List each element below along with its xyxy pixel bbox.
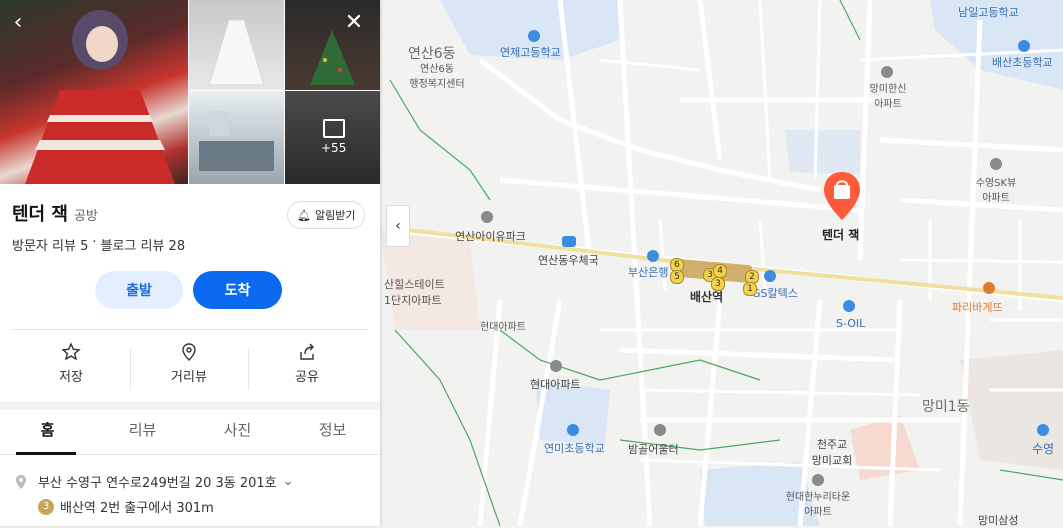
- address-text: 부산 수영구 연수로249번길 20 3동 201호: [38, 476, 277, 491]
- apartment-label: 현대한누리타운 아파트: [785, 492, 851, 518]
- place-title-row: 텐더 잭 공방: [12, 200, 98, 226]
- gas-station-label: GS칼텍스: [752, 287, 798, 300]
- bakery-icon: [983, 282, 995, 294]
- bell-icon: 🔔︎: [297, 208, 311, 222]
- school-icon: [567, 424, 579, 436]
- school-icon: [528, 30, 540, 42]
- school-label: 배산초등학교: [992, 56, 1053, 69]
- tab-info[interactable]: 정보: [285, 419, 380, 440]
- close-button[interactable]: ✕: [340, 8, 368, 36]
- poi-marker[interactable]: [822, 170, 862, 222]
- location-pin-icon: [182, 343, 196, 361]
- apartment-label: 산힐스테이트 1단지아파트: [384, 278, 445, 307]
- subway-text: 배산역 2번 출구에서 301m: [60, 501, 214, 516]
- school-label: 남일고등학교: [958, 6, 1019, 19]
- image-icon: [323, 119, 345, 138]
- depart-button[interactable]: 출발: [95, 271, 183, 309]
- subway-exit-marker: 5: [670, 270, 684, 284]
- school-label: 연제고등학교: [500, 46, 561, 59]
- gas-icon: [764, 270, 776, 282]
- map-pin-icon: [824, 172, 860, 220]
- close-icon: ✕: [344, 9, 364, 35]
- community-center-label: 연산6동 행정복지센터: [409, 64, 465, 90]
- church-label: 천주교 망미교회: [811, 438, 853, 467]
- street-view-label: 거리뷰: [171, 370, 207, 385]
- place-panel: +55 ‹ ✕ 텐더 잭 공방 🔔︎ 알림받기 방문자 리뷰 5 · 블로그 리…: [0, 0, 380, 526]
- apartment-label: 수영SK뷰 아파트: [975, 178, 1017, 204]
- park-label: 연산아이유파크: [455, 230, 526, 243]
- save-label: 저장: [59, 370, 83, 385]
- tab-review[interactable]: 리뷰: [95, 419, 190, 440]
- bakery-label: 파리바게뜨: [952, 301, 1003, 314]
- place-category: 공방: [73, 209, 98, 224]
- photo-more-count: +55: [321, 141, 347, 155]
- notify-button[interactable]: 🔔︎ 알림받기: [287, 201, 366, 229]
- divider: [12, 329, 368, 330]
- street-view-button[interactable]: 거리뷰: [130, 342, 248, 392]
- active-tab-indicator: [16, 452, 76, 455]
- back-button[interactable]: ‹: [4, 8, 32, 36]
- photo-more-tile[interactable]: +55: [285, 91, 380, 184]
- review-separator: ·: [92, 235, 97, 250]
- subway-icon: [1037, 424, 1049, 436]
- poi-label: 텐더 잭: [822, 228, 860, 242]
- chevron-down-icon: ⌄: [282, 474, 294, 489]
- subway-info: 3 배산역 2번 출구에서 301m: [38, 497, 214, 516]
- location-pin-icon: [14, 474, 28, 494]
- school-label: 연미초등학교: [544, 442, 605, 455]
- post-office-label: 연산동우체국: [538, 254, 599, 267]
- photo-thumbnail[interactable]: [189, 0, 284, 90]
- apartment-icon: [881, 66, 893, 78]
- place-label: 밤골어울터: [628, 443, 679, 456]
- photo-thumbnail[interactable]: [189, 91, 284, 184]
- apartment-icon: [550, 360, 562, 372]
- visitor-review-link[interactable]: 방문자 리뷰 5: [12, 235, 88, 254]
- subway-exit-marker: 3: [711, 277, 725, 291]
- save-button[interactable]: 저장: [12, 342, 130, 392]
- gas-station-label: S-OIL: [836, 317, 866, 330]
- apartment-label: 망미한신 아파트: [869, 84, 907, 110]
- apartment-label: 현대아파트: [530, 378, 581, 391]
- school-icon: [1018, 40, 1030, 52]
- chevron-left-icon: ‹: [13, 9, 23, 35]
- section-gap: [0, 402, 380, 410]
- apartment-label: 현대아파트: [480, 322, 526, 333]
- review-summary: 방문자 리뷰 5 · 블로그 리뷰 28: [12, 235, 185, 254]
- share-button[interactable]: 공유: [248, 342, 366, 392]
- blog-review-link[interactable]: 블로그 리뷰 28: [100, 235, 185, 254]
- apartment-icon: [990, 158, 1002, 170]
- station-label: 수영: [1032, 442, 1055, 456]
- bank-label: 부산은행: [628, 266, 669, 279]
- subway-exit-marker: 1: [743, 282, 757, 296]
- share-icon: [300, 343, 314, 360]
- gas-icon: [843, 300, 855, 312]
- subway-exit-marker: 4: [713, 264, 727, 278]
- photo-gallery[interactable]: +55 ‹ ✕: [0, 0, 380, 184]
- subway-line-badge: 3: [38, 498, 54, 515]
- dress-photo-illustration: [208, 19, 265, 86]
- share-label: 공유: [295, 370, 319, 385]
- apartment-icon: [812, 474, 824, 486]
- post-office-icon: [562, 236, 576, 247]
- tab-home[interactable]: 홈: [0, 419, 95, 440]
- chevron-left-icon: ‹: [395, 218, 401, 234]
- arrive-button[interactable]: 도착: [193, 271, 282, 309]
- tab-photo[interactable]: 사진: [190, 419, 285, 440]
- bank-icon: [647, 250, 659, 262]
- collapse-panel-button[interactable]: ‹: [386, 205, 410, 247]
- studio-photo-illustration: [199, 111, 274, 171]
- notify-label: 알림받기: [314, 209, 356, 222]
- address-row[interactable]: 부산 수영구 연수로249번길 20 3동 201호 ⌄: [38, 472, 294, 491]
- park-icon: [481, 211, 493, 223]
- place-icon: [654, 424, 666, 436]
- place-name: 텐더 잭: [12, 204, 68, 225]
- star-icon: [61, 342, 81, 361]
- building-area: [785, 130, 860, 175]
- district-label: 망미1동: [922, 399, 970, 415]
